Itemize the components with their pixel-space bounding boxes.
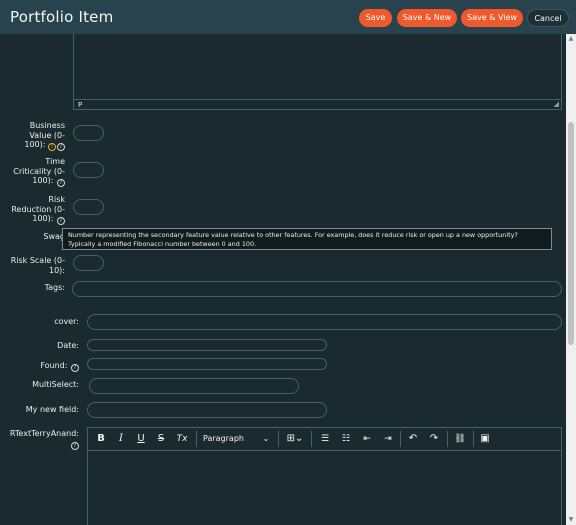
vertical-scrollbar[interactable]: ▲ ▼ (566, 34, 576, 525)
element-path: P (78, 101, 83, 109)
underline-button[interactable]: U (134, 432, 148, 446)
rtext-label: RTextTerryAnand: ? (6, 429, 79, 450)
undo-icon[interactable]: ↶ (406, 432, 420, 446)
resize-handle-icon[interactable]: ◢ (554, 101, 559, 108)
multiselect-label: MultiSelect: (32, 380, 79, 389)
toolbar-separator (400, 431, 401, 447)
found-label: Found: ? (10, 361, 79, 372)
question-circle-icon[interactable]: ? (71, 364, 79, 372)
outdent-icon[interactable]: ⇤ (360, 432, 374, 446)
indent-icon[interactable]: ⇥ (381, 432, 395, 446)
date-label: Date: (57, 341, 79, 350)
redo-icon[interactable]: ↷ (427, 432, 441, 446)
rtext-editor[interactable]: B I U S Tx Paragraph ⌄ ⊞⌄ ☰ ☷ ⇤ ⇥ ↶ ↷ ⛓ … (87, 427, 562, 525)
link-icon[interactable]: ⛓ (453, 432, 467, 446)
found-input[interactable] (87, 358, 327, 370)
block-format-dropdown[interactable]: Paragraph (203, 432, 244, 446)
save-button[interactable]: Save (359, 9, 392, 27)
rtext-label-text: RTextTerryAnand: (9, 429, 79, 438)
risk-reduction-input[interactable] (73, 199, 104, 215)
question-circle-icon[interactable]: ? (71, 441, 79, 450)
time-criticality-label-line: 100): (32, 176, 54, 185)
swag-label: Swag (43, 232, 65, 241)
strikethrough-button[interactable]: S (154, 432, 168, 446)
time-criticality-input[interactable] (73, 162, 104, 178)
found-label-text: Found: (40, 361, 68, 370)
clear-format-button[interactable]: Tx (174, 432, 190, 446)
risk-scale-label-line: Risk Scale (0- (10, 256, 65, 265)
save-and-new-button[interactable]: Save & New (397, 9, 457, 27)
business-value-label-line: Value (0- (29, 130, 65, 140)
table-icon[interactable]: ⊞⌄ (284, 432, 306, 446)
tags-input[interactable] (72, 281, 562, 297)
question-circle-icon[interactable]: ? (57, 143, 65, 151)
date-input[interactable] (87, 339, 327, 351)
cover-label: cover: (54, 317, 79, 326)
warning-circle-icon: ! (48, 143, 56, 151)
italic-button[interactable]: I (114, 432, 128, 446)
bullet-list-icon[interactable]: ☷ (339, 432, 353, 446)
business-value-input[interactable] (73, 125, 104, 141)
my-new-field-label: My new field: (25, 405, 79, 414)
toolbar-separator (278, 431, 279, 447)
risk-reduction-label-line: 100): (32, 214, 54, 223)
bold-button[interactable]: B (94, 432, 108, 446)
business-value-label-line: 100): (24, 140, 46, 149)
business-value-label: Business Value (0- 100): !? (10, 121, 65, 151)
toolbar-separator (311, 431, 312, 447)
toolbar-separator (196, 431, 197, 447)
numbered-list-icon[interactable]: ☰ (318, 432, 332, 446)
time-criticality-label-line: Criticality (0- (13, 166, 65, 176)
scroll-thumb[interactable] (568, 122, 574, 345)
time-criticality-label-line: Time (45, 157, 65, 166)
cancel-button[interactable]: Cancel (527, 9, 569, 27)
scroll-up-icon[interactable]: ▲ (568, 36, 574, 42)
risk-scale-input[interactable] (73, 255, 104, 271)
page-header: Portfolio Item Save Save & New Save & Vi… (0, 0, 576, 34)
image-icon[interactable]: ▣ (478, 432, 492, 446)
risk-reduction-label-line: Reduction (0- (11, 204, 65, 214)
scroll-down-icon[interactable]: ▼ (568, 517, 574, 523)
toolbar-separator (473, 431, 474, 447)
description-editor[interactable]: P ◢ (73, 34, 562, 110)
my-new-field-input[interactable] (87, 402, 327, 418)
page-title: Portfolio Item (10, 8, 114, 26)
editor-status-bar: P ◢ (74, 99, 561, 109)
risk-reduction-label-line: Risk (48, 195, 65, 204)
question-circle-icon[interactable]: ? (57, 217, 65, 225)
editor-toolbar: B I U S Tx Paragraph ⌄ ⊞⌄ ☰ ☷ ⇤ ⇥ ↶ ↷ ⛓ … (88, 428, 561, 451)
save-and-view-button[interactable]: Save & View (461, 9, 523, 27)
help-tooltip: Number representing the secondary featur… (62, 228, 552, 250)
multiselect-input[interactable] (89, 378, 299, 394)
toolbar-separator (447, 431, 448, 447)
cover-input[interactable] (87, 314, 562, 330)
tags-label: Tags: (44, 283, 65, 292)
question-circle-icon[interactable]: ? (57, 179, 65, 187)
business-value-label-line: Business (29, 121, 65, 130)
risk-scale-label-line: 10): (49, 265, 65, 275)
time-criticality-label: Time Criticality (0- 100): ? (6, 157, 65, 187)
risk-scale-label: Risk Scale (0- 10): (10, 256, 65, 275)
risk-reduction-label: Risk Reduction (0- 100): ? (8, 195, 65, 225)
chevron-down-icon[interactable]: ⌄ (260, 432, 272, 446)
